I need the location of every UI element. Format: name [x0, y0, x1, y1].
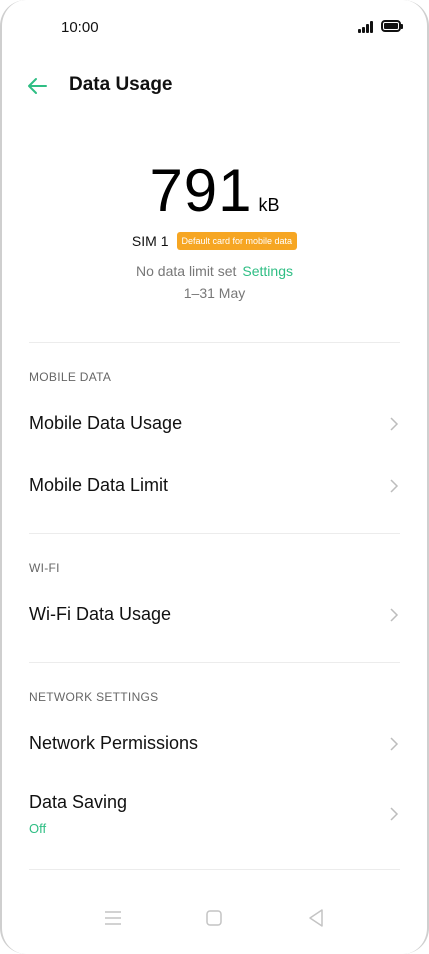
divider	[29, 869, 400, 870]
row-label: Data Saving	[29, 792, 128, 812]
usage-unit: kB	[258, 195, 280, 215]
page-title: Data Usage	[69, 74, 173, 95]
sim-label: SIM 1	[131, 233, 169, 249]
navigation-bar	[0, 894, 429, 954]
back-nav-button[interactable]	[303, 906, 329, 930]
network-permissions-row[interactable]: Network Permissions	[0, 716, 429, 772]
status-time: 10:00	[61, 19, 99, 36]
status-bar: 10:00	[0, 0, 429, 56]
chevron-right-icon	[390, 417, 399, 431]
usage-amount: 791 kB	[149, 160, 279, 222]
divider	[29, 662, 400, 663]
section-header-wifi: WI-FI	[29, 561, 60, 575]
data-saving-status: Off	[29, 821, 47, 836]
chevron-right-icon	[390, 479, 399, 493]
limit-row: No data limit set Settings	[0, 263, 429, 279]
mobile-data-usage-row[interactable]: Mobile Data Usage	[0, 396, 429, 452]
section-header-network-settings: NETWORK SETTINGS	[29, 690, 159, 704]
home-button[interactable]	[201, 906, 227, 930]
limit-text: No data limit set	[136, 263, 237, 279]
default-card-badge: Default card for mobile data	[176, 232, 298, 250]
divider	[29, 533, 400, 534]
row-label: Network Permissions	[29, 733, 199, 753]
row-label: Mobile Data Limit	[29, 475, 169, 495]
header: Data Usage	[0, 64, 429, 108]
date-range: 1–31 May	[183, 285, 246, 301]
usage-summary: 791 kB	[0, 160, 429, 222]
chevron-right-icon	[390, 608, 399, 622]
section-header-mobile-data: MOBILE DATA	[29, 370, 112, 384]
signal-icon	[358, 21, 374, 33]
wifi-data-usage-row[interactable]: Wi-Fi Data Usage	[0, 587, 429, 643]
arrow-left-icon	[28, 78, 47, 94]
data-saving-row[interactable]: Data Saving Off	[0, 778, 429, 850]
recent-apps-button[interactable]	[100, 906, 126, 930]
mobile-data-limit-row[interactable]: Mobile Data Limit	[0, 458, 429, 514]
back-triangle-icon	[309, 909, 323, 927]
settings-link[interactable]: Settings	[242, 263, 293, 279]
row-label: Mobile Data Usage	[29, 413, 183, 433]
menu-icon	[105, 911, 121, 925]
back-button[interactable]	[24, 72, 52, 100]
chevron-right-icon	[390, 737, 399, 751]
battery-tip	[401, 24, 403, 29]
sim-row: SIM 1 Default card for mobile data	[0, 232, 429, 250]
row-label: Wi-Fi Data Usage	[29, 604, 172, 624]
home-icon	[206, 910, 222, 926]
chevron-right-icon	[390, 807, 399, 821]
battery-icon	[381, 20, 401, 32]
divider	[29, 342, 400, 343]
usage-value: 791	[149, 157, 253, 224]
